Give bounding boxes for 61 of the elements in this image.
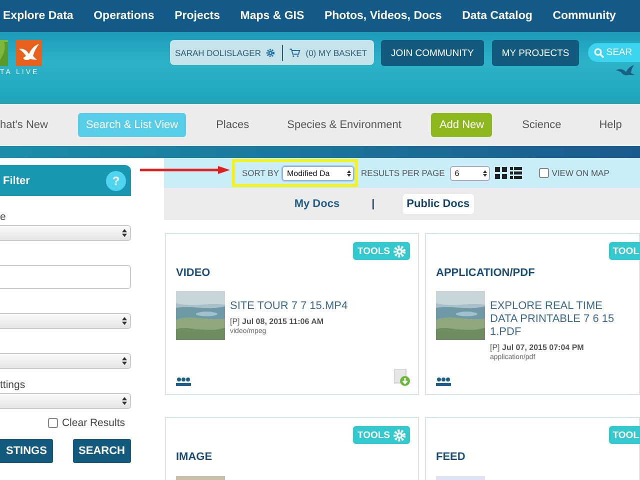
tab-separator: | (372, 198, 375, 210)
select-field[interactable] (0, 353, 131, 369)
gear-icon (393, 244, 406, 258)
nav-tab[interactable]: Species & Environment (279, 113, 410, 137)
document-type: APPLICATION/PDF (436, 267, 536, 279)
field-label: e (0, 211, 7, 225)
nav-link[interactable]: Photos, Videos, Docs (324, 10, 442, 22)
filter-button[interactable]: SEARCH (72, 439, 131, 463)
nav-tab[interactable]: Help (591, 113, 630, 137)
filter-button[interactable]: STINGS (0, 439, 53, 463)
document-title[interactable]: SITE TOUR 7 7 15.MP4 (230, 300, 348, 313)
download-icon[interactable] (394, 369, 410, 386)
nav-link[interactable]: Operations (94, 10, 154, 22)
user-name[interactable]: SARAH DOLISLAGER (175, 48, 261, 58)
document-type: FEED (436, 451, 466, 463)
stepper-arrows-icon (122, 397, 127, 405)
basket-link[interactable]: (0) MY BASKET (306, 48, 367, 58)
nav-link[interactable]: Community (552, 10, 616, 22)
header-button[interactable]: JOIN COMMUNITY (381, 40, 484, 66)
nav-link[interactable]: Maps & GIS (240, 10, 304, 22)
docs-tab[interactable]: My Docs (290, 194, 344, 214)
bird-logo-icon (16, 40, 42, 66)
document-type: VIDEO (176, 267, 212, 279)
stepper-arrows-icon (122, 357, 127, 365)
nav-link[interactable]: Projects (174, 10, 220, 22)
nav-link[interactable]: Explore Data (3, 10, 74, 22)
nav-tab[interactable]: Places (208, 113, 258, 137)
grid-view-icon[interactable] (494, 167, 507, 179)
document-date: [P] Jul 07, 2015 07:04 PM (490, 343, 585, 352)
sort-label: SORT BY (242, 168, 280, 178)
nav-tab[interactable]: hat's New (0, 113, 56, 137)
document-date: [P] Jul 08, 2015 11:06 AM (230, 317, 325, 326)
nav-tab[interactable]: Science (514, 113, 570, 137)
header-button[interactable]: MY PROJECTS (492, 40, 580, 66)
checkbox-label: VIEW ON MAP (552, 168, 610, 178)
list-view-icon[interactable] (510, 167, 522, 179)
filter-title: Filter (3, 174, 30, 186)
stepper-arrows-icon (122, 229, 127, 237)
search-icon (594, 48, 604, 58)
docs-tab[interactable]: Public Docs (402, 194, 474, 214)
checkbox[interactable] (48, 418, 58, 428)
leaf-logo-icon (0, 40, 8, 66)
group-icon[interactable] (176, 377, 191, 386)
document-type: IMAGE (176, 451, 214, 463)
checkbox-label: Clear Results (62, 417, 125, 429)
stepper-arrows-icon (347, 170, 352, 176)
gear-icon (393, 428, 406, 442)
stepper-arrows-icon (122, 317, 127, 325)
input-field[interactable] (0, 265, 131, 289)
select-field[interactable] (0, 313, 131, 329)
select-field[interactable] (0, 393, 131, 409)
select-field[interactable] (0, 225, 131, 241)
field-label: ttings (0, 379, 26, 393)
results-select[interactable]: 6 (450, 166, 490, 180)
nav-link[interactable]: Data Catalog (462, 10, 532, 22)
stepper-arrows-icon (482, 170, 487, 176)
sort-select[interactable]: Modified Da (282, 166, 354, 180)
group-icon[interactable] (436, 377, 451, 386)
results-label: RESULTS PER PAGE (361, 168, 445, 178)
document-title[interactable]: EXPLORE REAL TIME DATA PRINTABLE 7 6 15 1.PDF (490, 300, 631, 339)
checkbox[interactable] (538, 168, 549, 178)
